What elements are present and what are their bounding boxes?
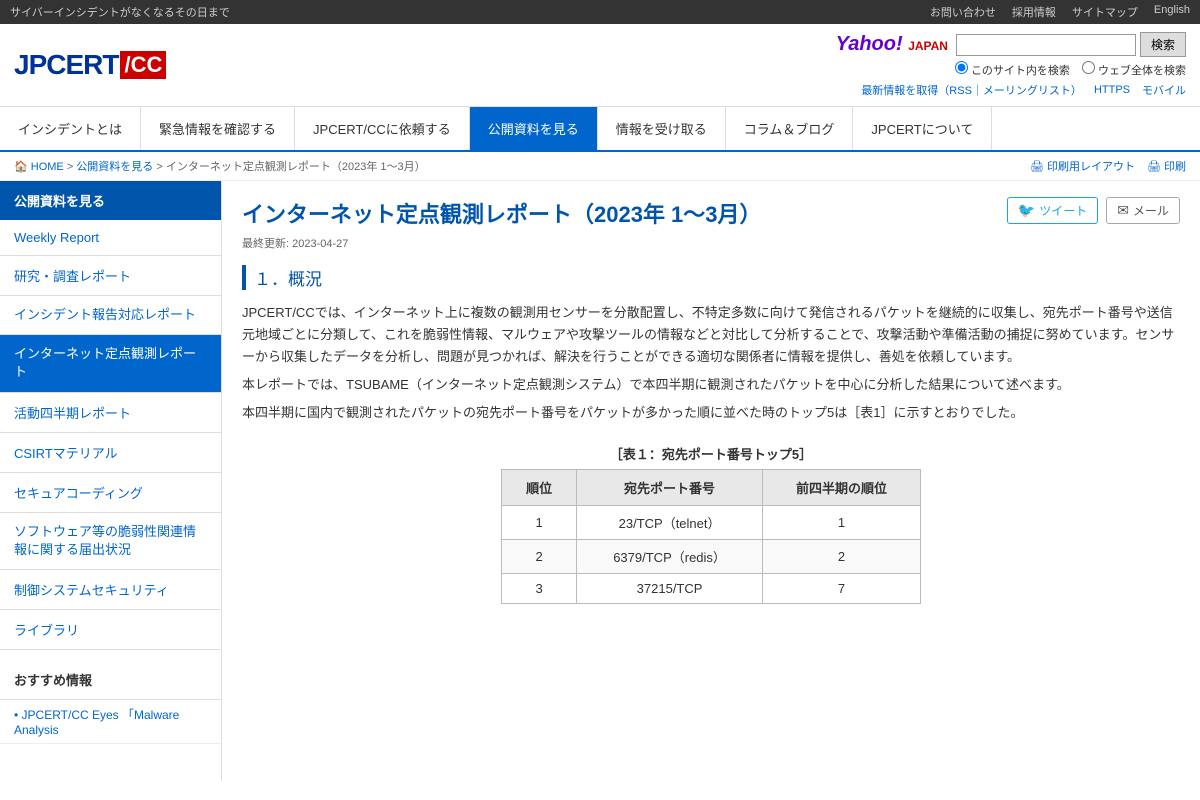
radio-web[interactable] <box>1082 61 1095 74</box>
port-table: 順位 宛先ポート番号 前四半期の順位 1 23/TCP（telnet） 1 2 … <box>501 469 921 604</box>
yahoo-logo: Yahoo! JAPAN <box>836 33 948 56</box>
sidebar-research[interactable]: 研究・調査レポート <box>0 256 221 296</box>
radio-site-label[interactable]: このサイト内を検索 <box>955 61 1070 78</box>
share-buttons: 🐦 ツイート ✉ メール <box>1007 197 1180 224</box>
table-row: 1 23/TCP（telnet） 1 <box>502 506 921 540</box>
breadcrumb-current: インターネット定点観測レポート（2023年 1〜3月） <box>166 161 426 173</box>
table-row: 3 37215/TCP 7 <box>502 574 921 604</box>
print-link[interactable]: 🖨 印刷 <box>1147 158 1186 174</box>
sidebar-control[interactable]: 制御システムセキュリティ <box>0 570 221 610</box>
table-header-prev: 前四半期の順位 <box>762 470 920 506</box>
twitter-icon: 🐦 <box>1018 202 1035 219</box>
table-row: 2 6379/TCP（redis） 2 <box>502 540 921 574</box>
mobile-link[interactable]: モバイル <box>1142 82 1186 98</box>
breadcrumb-right: 🖨 印刷用レイアウト 🖨 印刷 <box>1030 158 1186 174</box>
search-input[interactable] <box>956 34 1136 56</box>
radio-web-label[interactable]: ウェブ全体を検索 <box>1082 61 1186 78</box>
table-cell-port-1: 23/TCP（telnet） <box>577 506 763 540</box>
https-link[interactable]: HTTPS <box>1094 82 1130 98</box>
body-text-2: 本レポートでは、TSUBAME（インターネット定点観測システム）で本四半期に観測… <box>242 374 1180 396</box>
nav-publications[interactable]: 公開資料を見る <box>470 107 598 150</box>
mail-icon: ✉ <box>1117 202 1129 219</box>
sidebar-secure-coding[interactable]: セキュアコーディング <box>0 473 221 513</box>
nav-about[interactable]: JPCERTについて <box>853 107 992 150</box>
table-caption: ［表１：宛先ポート番号トップ5］ <box>242 444 1180 463</box>
body-text-3: 本四半期に国内で観測されたパケットの宛先ポート番号をパケットが多かった順に並べた… <box>242 402 1180 424</box>
nav-incident[interactable]: インシデントとは <box>0 107 141 150</box>
layout: 公開資料を見る Weekly Report 研究・調査レポート インシデント報告… <box>0 181 1200 781</box>
top-bar: サイバーインシデントがなくなるその日まで お問い合わせ 採用情報 サイトマップ … <box>0 0 1200 24</box>
search-row: 検索 <box>956 32 1186 57</box>
sidebar-weekly-report[interactable]: Weekly Report <box>0 220 221 256</box>
meta-links: 最新情報を取得（RSS｜メーリングリスト） HTTPS モバイル <box>861 82 1186 98</box>
logo-cc: /CC <box>120 51 166 79</box>
sidebar-internet[interactable]: インターネット定点観測レポート <box>0 335 221 392</box>
sitemap-link[interactable]: サイトマップ <box>1072 4 1138 20</box>
contact-link[interactable]: お問い合わせ <box>930 4 996 20</box>
table-cell-prev-3: 7 <box>762 574 920 604</box>
logo: JPCERT /CC <box>14 49 166 81</box>
nav-info[interactable]: 情報を受け取る <box>598 107 726 150</box>
rss-link[interactable]: 最新情報を取得（RSS｜メーリングリスト） <box>861 82 1082 98</box>
breadcrumb-publications-link[interactable]: 公開資料を見る <box>76 161 153 173</box>
body-text-1: JPCERT/CCでは、インターネット上に複数の観測用センサーを分散配置し、不特… <box>242 302 1180 368</box>
breadcrumb-left: 🏠 HOME > 公開資料を見る > インターネット定点観測レポート（2023年… <box>14 158 426 174</box>
breadcrumb-home-link[interactable]: HOME <box>31 161 64 173</box>
sidebar-vuln[interactable]: ソフトウェア等の脆弱性関連情報に関する届出状況 <box>0 513 221 570</box>
table-cell-rank-3: 3 <box>502 574 577 604</box>
table-cell-rank-2: 2 <box>502 540 577 574</box>
nav-emergency[interactable]: 緊急情報を確認する <box>141 107 295 150</box>
table-cell-prev-1: 1 <box>762 506 920 540</box>
table-section: ［表１：宛先ポート番号トップ5］ 順位 宛先ポート番号 前四半期の順位 1 23… <box>242 444 1180 604</box>
nav-column[interactable]: コラム＆ブログ <box>726 107 854 150</box>
table-header-rank: 順位 <box>502 470 577 506</box>
sidebar-csirt[interactable]: CSIRTマテリアル <box>0 433 221 473</box>
sidebar-recommend-item-1[interactable]: • JPCERT/CC Eyes 「Malware Analysis <box>0 700 221 744</box>
search-button[interactable]: 検索 <box>1140 32 1186 57</box>
sidebar-library[interactable]: ライブラリ <box>0 610 221 650</box>
print-layout-link[interactable]: 🖨 印刷用レイアウト <box>1030 158 1135 174</box>
header: JPCERT /CC Yahoo! JAPAN 検索 このサイト内を検索 ウェブ… <box>0 24 1200 107</box>
sidebar: 公開資料を見る Weekly Report 研究・調査レポート インシデント報告… <box>0 181 222 781</box>
sidebar-recommend-title: おすすめ情報 <box>0 660 221 700</box>
radio-row: このサイト内を検索 ウェブ全体を検索 <box>955 61 1186 78</box>
table-cell-port-3: 37215/TCP <box>577 574 763 604</box>
sidebar-incident[interactable]: インシデント報告対応レポート <box>0 296 221 335</box>
section-overview: １．概況 JPCERT/CCでは、インターネット上に複数の観測用センサーを分散配… <box>242 265 1180 424</box>
page-title-row: インターネット定点観測レポート（2023年 1〜3月） 最終更新: 2023-0… <box>242 197 1180 251</box>
table-cell-prev-2: 2 <box>762 540 920 574</box>
top-bar-links: お問い合わせ 採用情報 サイトマップ English <box>930 4 1190 20</box>
table-cell-rank-1: 1 <box>502 506 577 540</box>
last-updated: 最終更新: 2023-04-27 <box>242 235 762 251</box>
search-area: Yahoo! JAPAN 検索 このサイト内を検索 ウェブ全体を検索 最新情報を… <box>836 32 1186 98</box>
sidebar-quarterly[interactable]: 活動四半期レポート <box>0 393 221 433</box>
radio-site[interactable] <box>955 61 968 74</box>
tweet-button[interactable]: 🐦 ツイート <box>1007 197 1098 224</box>
table-header-port: 宛先ポート番号 <box>577 470 763 506</box>
main-nav: インシデントとは 緊急情報を確認する JPCERT/CCに依頼する 公開資料を見… <box>0 107 1200 152</box>
breadcrumb: 🏠 HOME > 公開資料を見る > インターネット定点観測レポート（2023年… <box>0 152 1200 181</box>
nav-request[interactable]: JPCERT/CCに依頼する <box>295 107 470 150</box>
tagline: サイバーインシデントがなくなるその日まで <box>10 4 230 20</box>
page-title: インターネット定点観測レポート（2023年 1〜3月） <box>242 197 762 229</box>
logo-text: JPCERT <box>14 49 118 81</box>
section-title: １．概況 <box>242 265 1180 290</box>
english-link[interactable]: English <box>1154 4 1190 20</box>
mail-button[interactable]: ✉ メール <box>1106 197 1180 224</box>
sidebar-section-title: 公開資料を見る <box>0 181 221 220</box>
breadcrumb-home: 🏠 <box>14 161 28 173</box>
page-title-area: インターネット定点観測レポート（2023年 1〜3月） 最終更新: 2023-0… <box>242 197 762 251</box>
table-cell-port-2: 6379/TCP（redis） <box>577 540 763 574</box>
main-content: インターネット定点観測レポート（2023年 1〜3月） 最終更新: 2023-0… <box>222 181 1200 781</box>
recruitment-link[interactable]: 採用情報 <box>1012 4 1056 20</box>
